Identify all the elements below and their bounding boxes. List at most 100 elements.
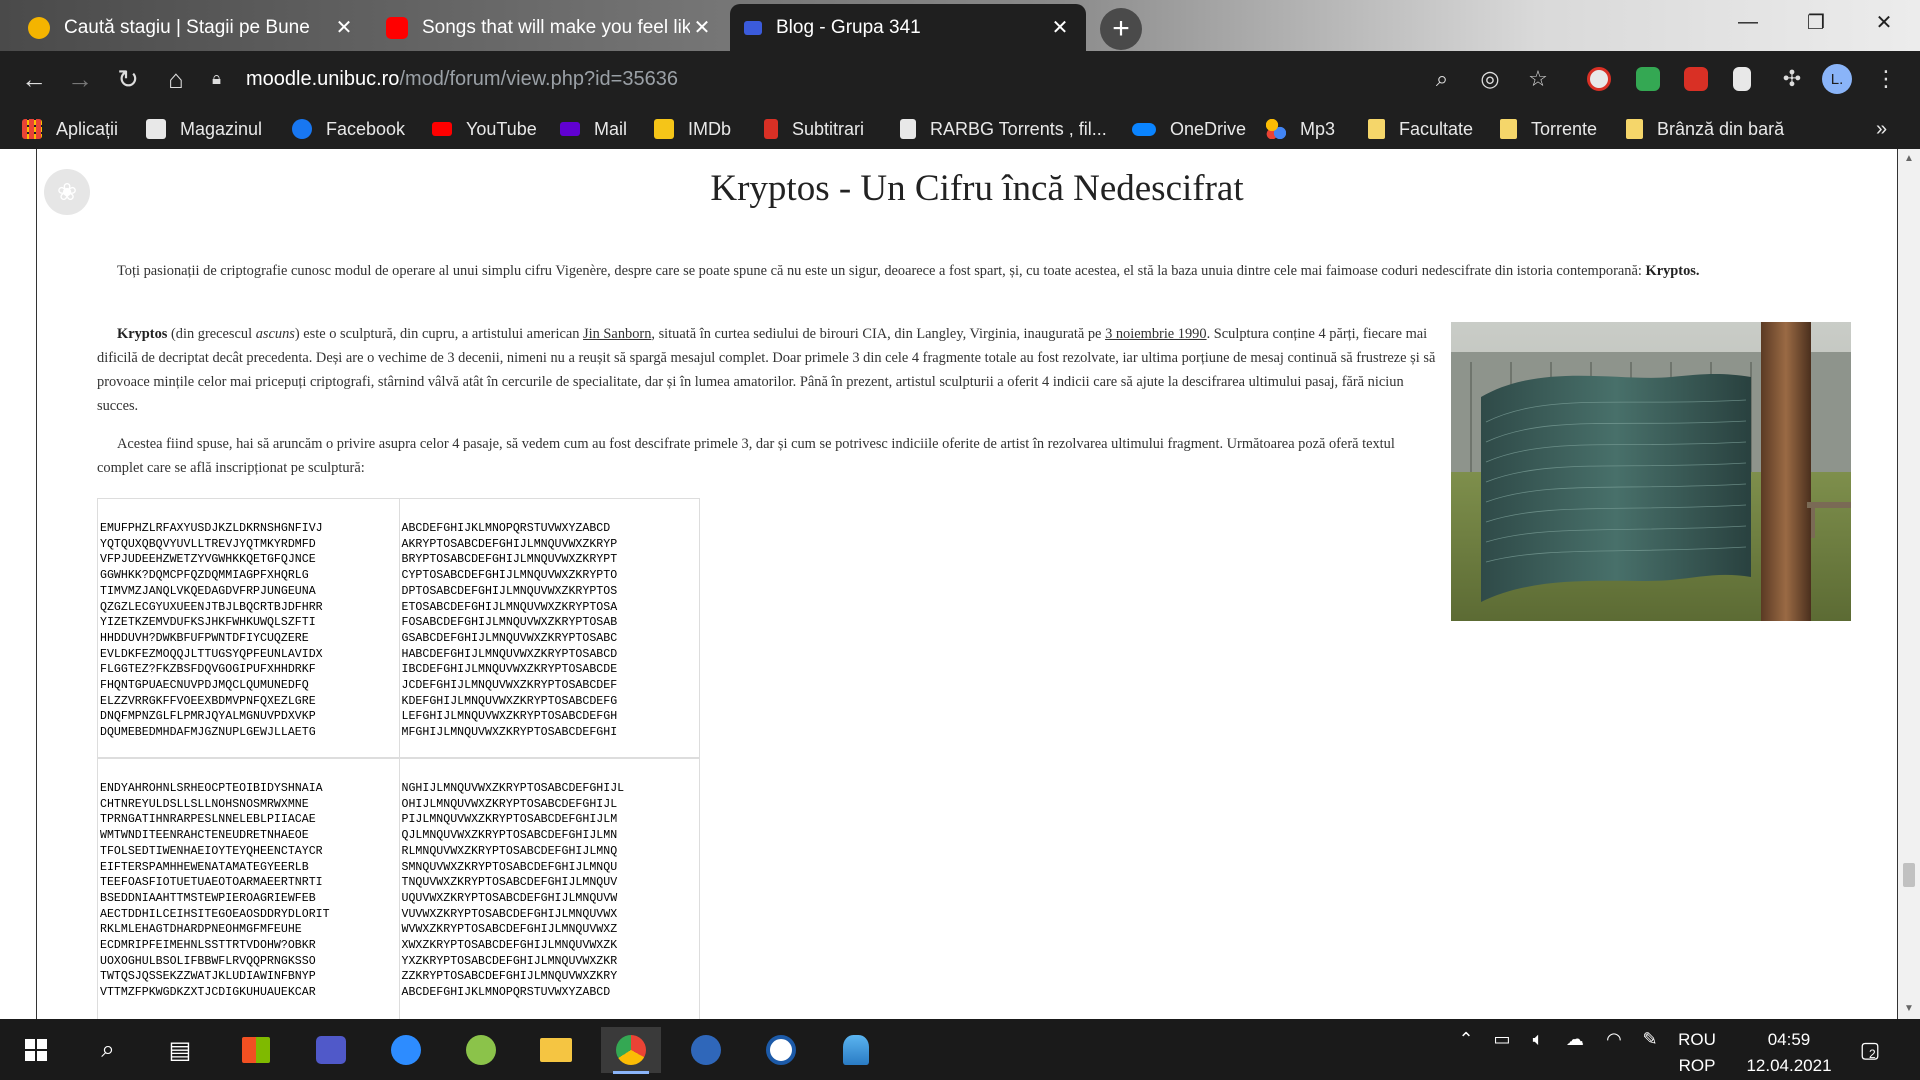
vertical-scrollbar[interactable]: ▲ ▼ bbox=[1898, 149, 1920, 1019]
tab-blog[interactable]: Blog - Grupa 341 ✕ bbox=[730, 4, 1086, 51]
taskbar-qbittorrent[interactable] bbox=[676, 1027, 736, 1073]
bookmark-label: Subtitrari bbox=[792, 118, 865, 139]
tab-stagii[interactable]: Caută stagiu | Stagii pe Bune ✕ bbox=[14, 4, 370, 51]
bold-kryptos: Kryptos bbox=[117, 326, 168, 342]
bookmark-rarbg[interactable]: RARBG Torrents , fil... bbox=[900, 115, 1107, 143]
forward-button[interactable]: → bbox=[60, 59, 100, 99]
upload-extension-icon[interactable] bbox=[1733, 67, 1751, 91]
taskbar-store[interactable] bbox=[226, 1027, 286, 1073]
bookmark-star-button[interactable]: ☆ bbox=[1518, 59, 1558, 99]
task-view-button[interactable]: ▤ bbox=[150, 1027, 210, 1073]
paint-icon bbox=[843, 1035, 869, 1065]
sculpture-illustration bbox=[1451, 322, 1851, 621]
block-extension-icon[interactable] bbox=[1587, 67, 1611, 91]
bookmark-mail[interactable]: Mail bbox=[560, 115, 627, 143]
bookmark-magazinul[interactable]: Magazinul bbox=[146, 115, 262, 143]
bookmark-onedrive[interactable]: OneDrive bbox=[1132, 115, 1246, 143]
chevron-up-icon: ⌃ bbox=[1458, 1029, 1474, 1049]
taskbar-app-paint[interactable] bbox=[826, 1027, 886, 1073]
moodle-favicon-icon bbox=[744, 20, 762, 35]
windows-logo-icon bbox=[25, 1039, 47, 1061]
bookmark-label: IMDb bbox=[688, 118, 732, 139]
scroll-up-icon[interactable]: ▲ bbox=[1898, 149, 1920, 169]
bookmark-facebook[interactable]: Facebook bbox=[292, 115, 405, 143]
clock-date: 12.04.2021 bbox=[1746, 1056, 1832, 1075]
reload-icon: ↻ bbox=[117, 63, 139, 94]
bookmark-facultate[interactable]: Facultate bbox=[1368, 115, 1473, 143]
bookmark-label: OneDrive bbox=[1170, 118, 1247, 139]
taskbar-teams[interactable] bbox=[301, 1027, 361, 1073]
pen-icon[interactable]: ✎ bbox=[1636, 1029, 1664, 1050]
bookmark-subtitrari[interactable]: Subtitrari bbox=[764, 115, 864, 143]
android-icon bbox=[466, 1035, 496, 1065]
shield-extension-icon[interactable] bbox=[1636, 67, 1660, 91]
taskbar-app-a[interactable] bbox=[751, 1027, 811, 1073]
taskbar-zoom[interactable] bbox=[376, 1027, 436, 1073]
browser-toolbar: ← → ↻ ⌂ 🔒︎ moodle.unibuc.ro /mod/forum/v… bbox=[0, 51, 1920, 107]
notification-count: 2 bbox=[1869, 1047, 1876, 1061]
battery-icon[interactable]: ▭ bbox=[1488, 1029, 1516, 1050]
start-button[interactable] bbox=[6, 1027, 66, 1073]
clock[interactable]: 04:59 12.04.2021 bbox=[1734, 1027, 1844, 1079]
reload-button[interactable]: ↻ bbox=[108, 59, 148, 99]
link-jim-sanborn[interactable]: Jin Sanborn bbox=[583, 326, 651, 342]
bookmark-label: RARBG Torrents , fil... bbox=[930, 118, 1107, 139]
scrollbar-thumb[interactable] bbox=[1903, 863, 1915, 887]
eye-slash-icon: ◎ bbox=[1480, 66, 1500, 91]
address-bar[interactable]: 🔒︎ moodle.unibuc.ro /mod/forum/view.php?… bbox=[212, 59, 1552, 99]
tracking-button[interactable]: ◎ bbox=[1470, 59, 1510, 99]
bookmark-mp3[interactable]: Mp3 bbox=[1266, 115, 1335, 143]
bookmarks-overflow-button[interactable]: » bbox=[1876, 115, 1887, 143]
wifi-icon[interactable]: ◠ bbox=[1600, 1029, 1628, 1050]
search-button[interactable]: ⌕ bbox=[78, 1027, 138, 1073]
volume-icon[interactable]: 🔈︎ bbox=[1524, 1029, 1552, 1050]
url-host: moodle.unibuc.ro bbox=[246, 67, 400, 90]
link-date[interactable]: 3 noiembrie 1990 bbox=[1105, 326, 1207, 342]
user-avatar-icon[interactable]: ❀ bbox=[44, 169, 90, 215]
bookmark-branza[interactable]: Brânză din bară bbox=[1626, 115, 1784, 143]
notification-center-button[interactable]: ▢ 2 bbox=[1855, 1035, 1885, 1065]
input-language[interactable]: ROU ROP bbox=[1672, 1027, 1722, 1079]
folder-icon bbox=[540, 1038, 572, 1062]
show-hidden-icons-button[interactable]: ⌃ bbox=[1454, 1029, 1478, 1050]
close-window-button[interactable]: ✕ bbox=[1850, 0, 1918, 44]
home-button[interactable]: ⌂ bbox=[156, 59, 196, 99]
bookmark-imdb[interactable]: IMDb bbox=[654, 115, 731, 143]
bookmark-label: YouTube bbox=[466, 118, 537, 139]
store-icon bbox=[242, 1037, 270, 1063]
menu-button[interactable]: ⋮ bbox=[1866, 59, 1906, 99]
restore-button[interactable]: ❐ bbox=[1782, 0, 1850, 44]
url-path: /mod/forum/view.php?id=35636 bbox=[399, 67, 678, 90]
tab-strip: Caută stagiu | Stagii pe Bune ✕ Songs th… bbox=[0, 0, 1920, 51]
close-icon: ✕ bbox=[1875, 11, 1893, 34]
close-tab-icon[interactable]: ✕ bbox=[1048, 15, 1072, 40]
bookmark-aplicatii[interactable]: Aplicații bbox=[22, 115, 118, 143]
folder-icon bbox=[1368, 119, 1385, 139]
bookmark-label: Facebook bbox=[326, 118, 406, 139]
mp3-icon bbox=[1266, 119, 1286, 139]
minimize-icon: — bbox=[1738, 10, 1758, 33]
new-tab-button[interactable]: + bbox=[1100, 8, 1142, 50]
minimize-button[interactable]: — bbox=[1714, 0, 1782, 44]
close-tab-icon[interactable]: ✕ bbox=[332, 15, 356, 40]
bookmark-torrente[interactable]: Torrente bbox=[1500, 115, 1597, 143]
paragraph-text: ) este o sculptură, din cupru, a artistu… bbox=[294, 326, 580, 342]
taskbar-android-emulator[interactable] bbox=[451, 1027, 511, 1073]
taskbar-file-explorer[interactable] bbox=[526, 1027, 586, 1073]
taskbar-chrome[interactable] bbox=[601, 1027, 661, 1074]
extensions-button[interactable]: ✣ bbox=[1772, 59, 1812, 99]
tableau-column: ABCDEFGHIJKLMNOPQRSTUVWXYZABCD AKRYPTOSA… bbox=[398, 499, 700, 757]
lock-icon[interactable]: 🔒︎ bbox=[212, 69, 234, 89]
back-button[interactable]: ← bbox=[14, 59, 54, 99]
folder-icon bbox=[1626, 119, 1643, 139]
adblock-extension-icon[interactable] bbox=[1684, 67, 1708, 91]
tab-songs[interactable]: Songs that will make you feel like ✕ bbox=[372, 4, 728, 51]
onedrive-tray-icon[interactable]: ☁︎ bbox=[1560, 1029, 1590, 1050]
close-tab-icon[interactable]: ✕ bbox=[690, 15, 714, 40]
profile-avatar[interactable]: L. bbox=[1822, 64, 1852, 94]
scroll-down-icon[interactable]: ▼ bbox=[1898, 999, 1920, 1019]
folder-icon bbox=[1500, 119, 1517, 139]
zoom-button[interactable]: ⌕ bbox=[1422, 59, 1462, 99]
zoom-icon: ⌕ bbox=[1435, 66, 1449, 91]
bookmark-youtube[interactable]: YouTube bbox=[432, 115, 537, 143]
